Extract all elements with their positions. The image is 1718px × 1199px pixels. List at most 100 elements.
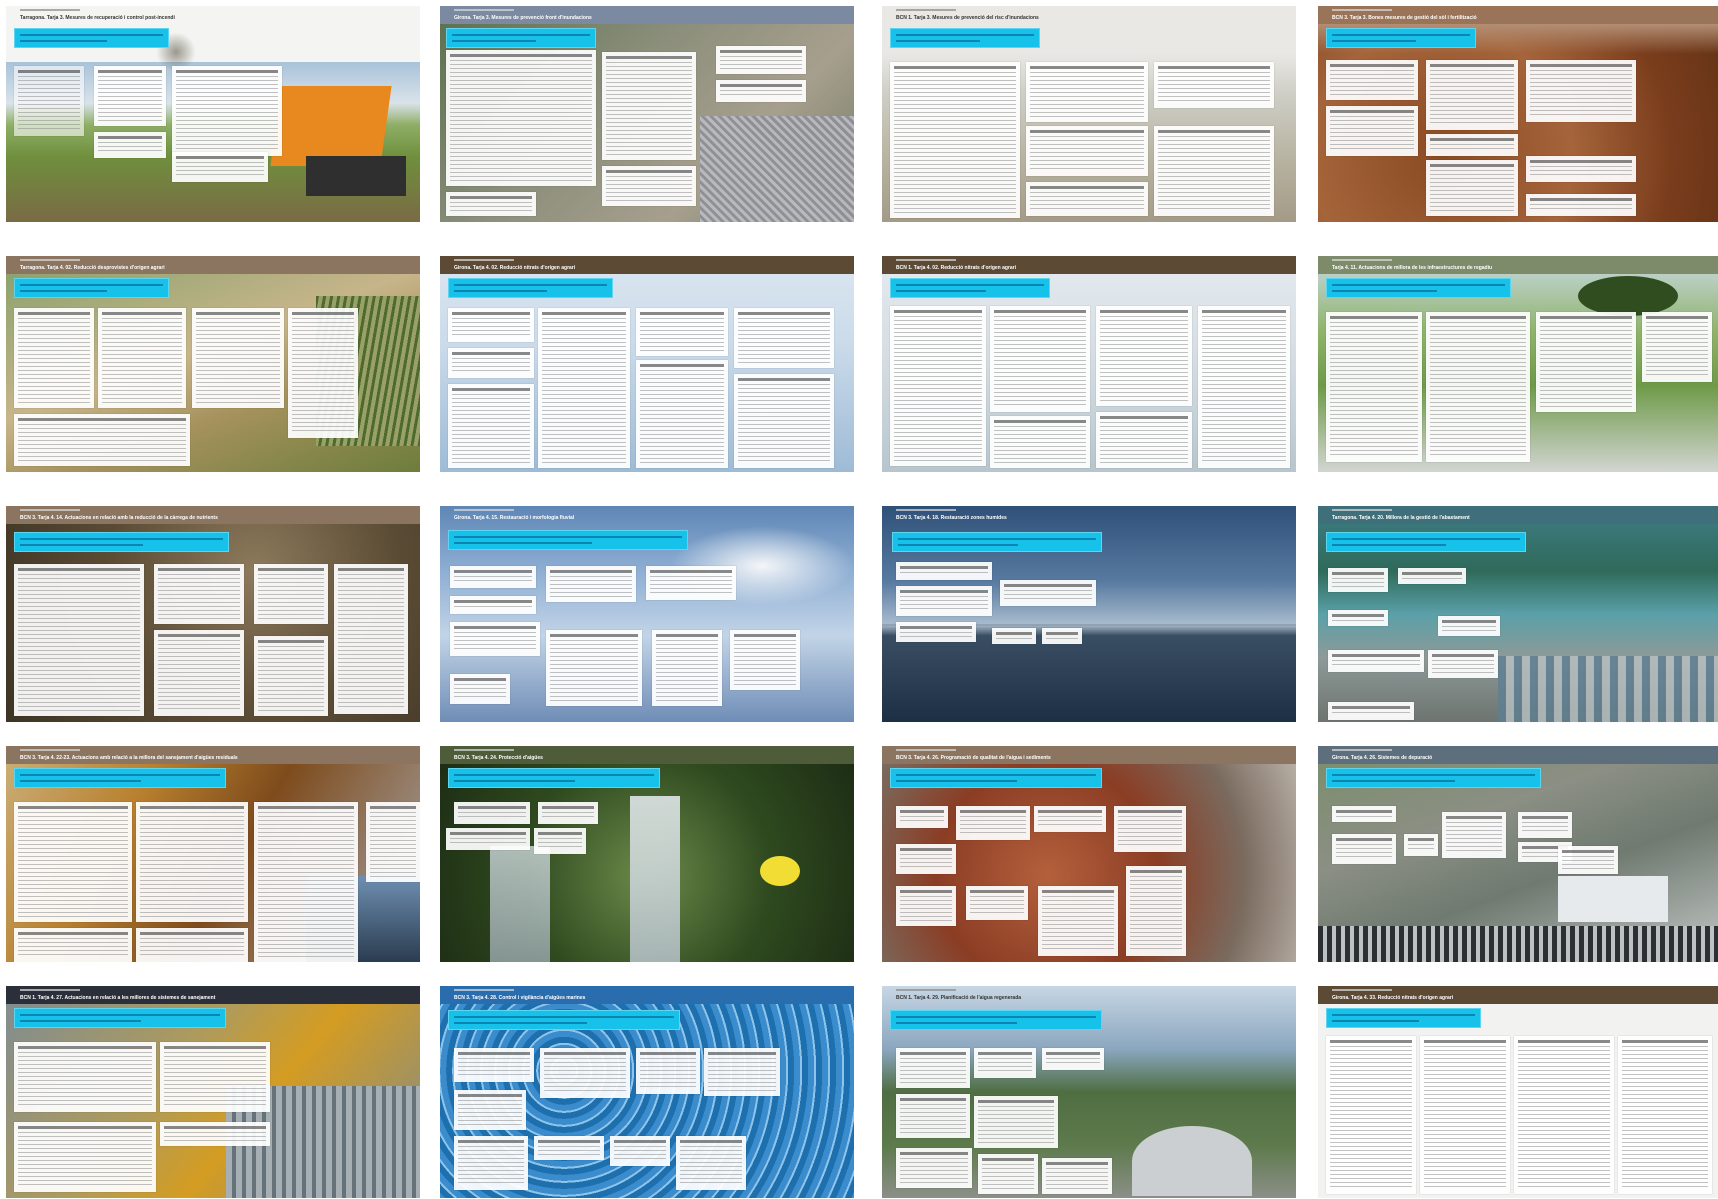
text-box <box>14 308 94 408</box>
page-title: BCN 3. Tarja 3. Bones mesures de gestió … <box>1332 15 1477 21</box>
highlight-banner <box>14 1008 226 1028</box>
text-box <box>14 928 132 962</box>
text-box <box>1526 60 1636 122</box>
text-box <box>1328 702 1414 720</box>
text-box <box>1328 610 1388 626</box>
text-box <box>454 1090 526 1130</box>
highlight-banner <box>1326 532 1526 552</box>
page-thumbnail[interactable]: BCN 3. Tarja 4. 28. Control i vigilància… <box>440 986 854 1198</box>
text-box <box>1326 106 1418 156</box>
page-thumbnail[interactable]: Tarragona. Tarja 4. 20. Millora de la ge… <box>1318 506 1718 722</box>
page-header: Tarragona. Tarja 4. 02. Reducció desprov… <box>6 256 420 274</box>
text-box <box>14 66 84 136</box>
text-box <box>974 1096 1058 1148</box>
text-box <box>254 636 328 716</box>
page-thumbnail[interactable]: Girona. Tarja 4. 02. Reducció nitrats d'… <box>440 256 854 472</box>
page-thumbnail[interactable]: BCN 3. Tarja 3. Bones mesures de gestió … <box>1318 6 1718 222</box>
page-header: Tarja 4. 11. Actuacions de millora de le… <box>1318 256 1718 274</box>
page-header: Girona. Tarja 3. Mesures de prevenció fr… <box>440 6 854 24</box>
text-box <box>94 132 166 158</box>
highlight-banner <box>14 28 169 48</box>
text-box <box>366 802 420 882</box>
text-box <box>1438 616 1500 636</box>
page-header: BCN 3. Tarja 4. 24. Protecció d'aigües <box>440 746 854 764</box>
text-box <box>896 1048 970 1088</box>
text-box <box>534 828 586 854</box>
page-title: Tarragona. Tarja 3. Mesures de recuperac… <box>20 15 175 21</box>
text-box <box>896 1148 972 1188</box>
text-box <box>896 1094 970 1138</box>
page-thumbnail[interactable]: BCN 3. Tarja 4. 22-23. Actuacions amb re… <box>6 746 420 962</box>
text-box <box>636 1048 700 1094</box>
text-box <box>288 308 358 438</box>
page-thumbnail[interactable]: BCN 1. Tarja 4. 02. Reducció nitrats d'o… <box>882 256 1296 472</box>
text-box <box>94 66 166 126</box>
page-header: BCN 3. Tarja 4. 26. Programació de quali… <box>882 746 1296 764</box>
page-thumbnail[interactable]: Girona. Tarja 3. Mesures de prevenció fr… <box>440 6 854 222</box>
text-box <box>990 416 1090 468</box>
text-box <box>448 308 534 342</box>
highlight-banner <box>14 532 229 552</box>
text-box <box>1038 886 1118 956</box>
text-box <box>990 306 1090 412</box>
page-title: BCN 1. Tarja 4. 29. Planificació de l'ai… <box>896 995 1022 1001</box>
page-title: BCN 3. Tarja 4. 26. Programació de quali… <box>896 755 1051 761</box>
highlight-banner <box>890 278 1050 298</box>
text-box <box>896 586 992 616</box>
highlight-banner <box>890 768 1102 788</box>
text-box <box>978 1154 1038 1194</box>
page-title: BCN 1. Tarja 3. Mesures de prevenció del… <box>896 15 1039 21</box>
highlight-banner <box>448 530 688 550</box>
text-box <box>1404 834 1438 856</box>
highlight-banner <box>446 28 596 48</box>
page-thumbnail[interactable]: BCN 3. Tarja 4. 26. Programació de quali… <box>882 746 1296 962</box>
text-box <box>890 306 986 466</box>
page-thumbnail[interactable]: BCN 1. Tarja 3. Mesures de prevenció del… <box>882 6 1296 222</box>
page-thumbnail[interactable]: Tarragona. Tarja 4. 02. Reducció desprov… <box>6 256 420 472</box>
text-box <box>966 886 1028 920</box>
page-title: BCN 3. Tarja 4. 18. Restauració zones hu… <box>896 515 1007 521</box>
page-header: BCN 3. Tarja 4. 14. Actuacions en relaci… <box>6 506 420 524</box>
page-header: Girona. Tarja 4. 02. Reducció nitrats d'… <box>440 256 854 274</box>
text-box <box>652 630 722 706</box>
page-title: Tarragona. Tarja 4. 20. Millora de la ge… <box>1332 515 1470 521</box>
page-thumbnail[interactable]: Girona. Tarja 4. 15. Restauració i morfo… <box>440 506 854 722</box>
text-box <box>1026 182 1148 216</box>
text-box <box>1526 156 1636 182</box>
text-box <box>992 628 1036 644</box>
text-box <box>446 192 536 216</box>
text-box <box>1096 306 1192 406</box>
page-thumbnail[interactable]: Tarja 4. 11. Actuacions de millora de le… <box>1318 256 1718 472</box>
text-box <box>1154 126 1274 216</box>
text-box <box>956 806 1030 840</box>
page-thumbnail[interactable]: Girona. Tarja 4. 26. Sistemes de depurac… <box>1318 746 1718 962</box>
page-thumbnail[interactable]: BCN 3. Tarja 4. 24. Protecció d'aigües <box>440 746 854 962</box>
page-header: Girona. Tarja 4. 33. Reducció nitrats d'… <box>1318 986 1718 1004</box>
text-box <box>1042 1158 1112 1194</box>
page-thumbnail[interactable]: Tarragona. Tarja 3. Mesures de recuperac… <box>6 6 420 222</box>
text-box <box>1154 62 1274 108</box>
text-box <box>1536 312 1636 412</box>
text-box <box>974 1048 1036 1078</box>
page-title: BCN 3. Tarja 4. 14. Actuacions en relaci… <box>20 515 218 521</box>
text-box <box>1326 60 1418 100</box>
page-thumbnail[interactable]: BCN 1. Tarja 4. 27. Actuacions en relaci… <box>6 986 420 1198</box>
page-title: Girona. Tarja 4. 15. Restauració i morfo… <box>454 515 575 521</box>
text-box <box>704 1048 780 1096</box>
page-thumbnail[interactable]: Girona. Tarja 4. 33. Reducció nitrats d'… <box>1318 986 1718 1198</box>
text-box <box>896 844 956 874</box>
text-box <box>734 308 834 368</box>
text-box <box>1332 806 1396 822</box>
page-thumbnail[interactable]: BCN 1. Tarja 4. 29. Planificació de l'ai… <box>882 986 1296 1198</box>
page-header: BCN 1. Tarja 4. 29. Planificació de l'ai… <box>882 986 1296 1004</box>
text-box <box>716 80 806 102</box>
text-box <box>1042 628 1082 644</box>
text-box <box>1026 62 1148 122</box>
text-box <box>1428 650 1498 678</box>
page-thumbnail-grid: Tarragona. Tarja 3. Mesures de recuperac… <box>0 0 1718 1199</box>
page-thumbnail[interactable]: BCN 3. Tarja 4. 14. Actuacions en relaci… <box>6 506 420 722</box>
page-title: Girona. Tarja 3. Mesures de prevenció fr… <box>454 15 592 21</box>
text-box <box>1026 126 1148 176</box>
page-thumbnail[interactable]: BCN 3. Tarja 4. 18. Restauració zones hu… <box>882 506 1296 722</box>
page-header: BCN 1. Tarja 3. Mesures de prevenció del… <box>882 6 1296 24</box>
